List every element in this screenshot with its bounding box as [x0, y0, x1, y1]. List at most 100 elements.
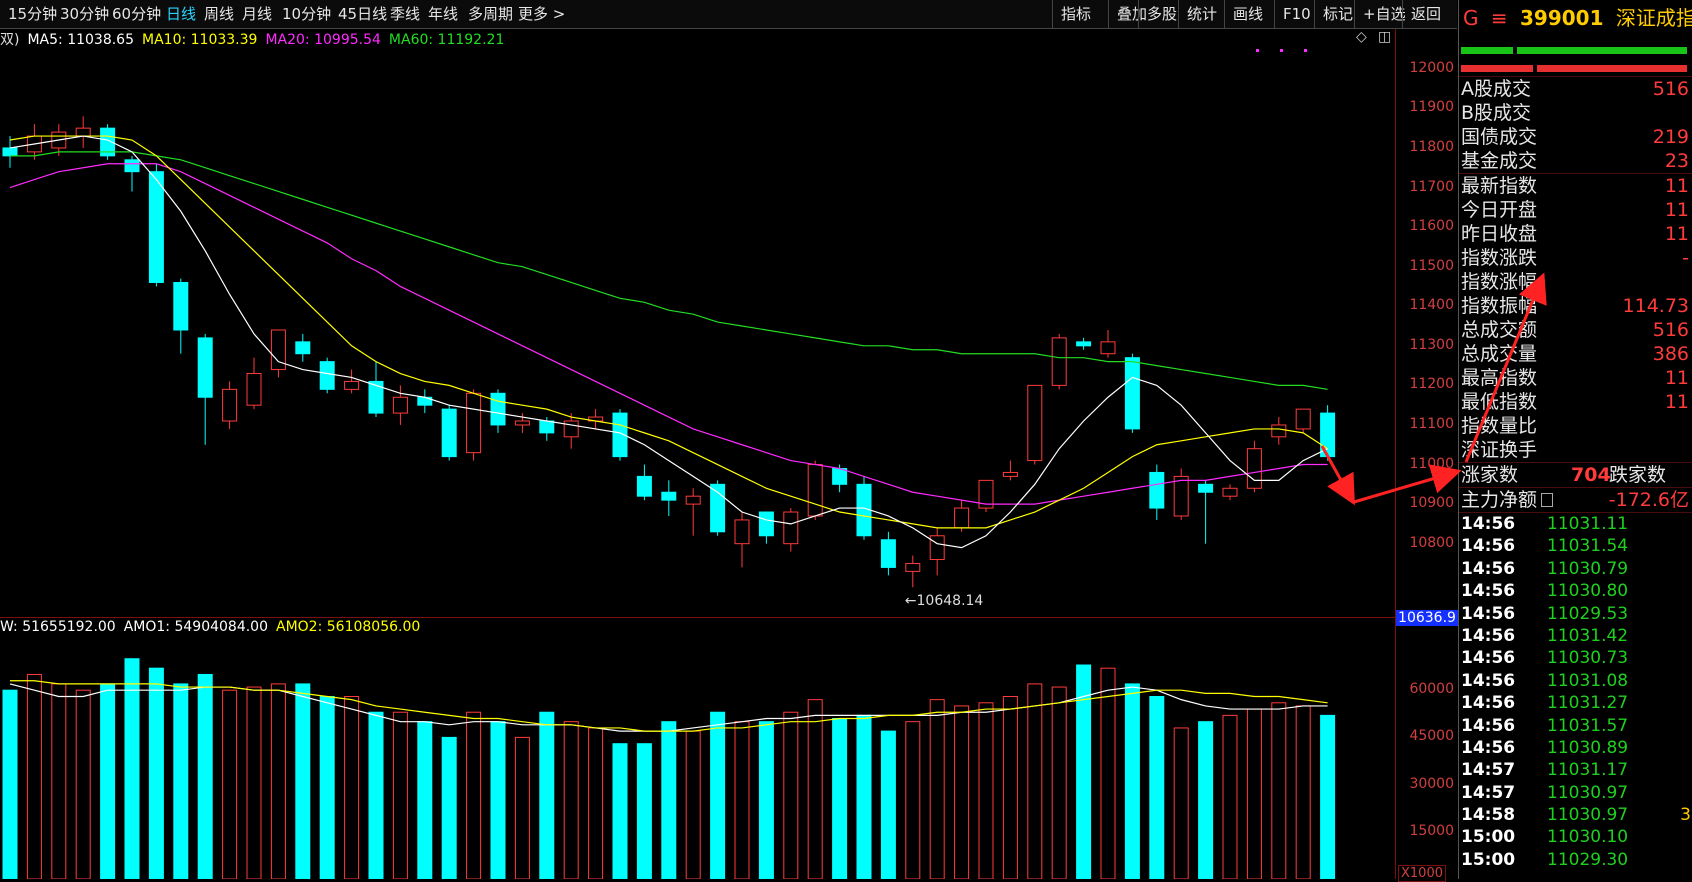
volume-bar: [148, 667, 164, 879]
candle-body: [1027, 384, 1043, 462]
price-chart[interactable]: ←10648.14: [0, 29, 1395, 617]
tick-row[interactable]: 14:56 11031.11: [1459, 513, 1692, 535]
tick-row[interactable]: 14:56 11030.79: [1459, 558, 1692, 580]
ma20-line: [9, 163, 1328, 505]
candle-body: [441, 408, 457, 458]
candle-body: [514, 420, 530, 426]
red-bar: [1537, 65, 1687, 72]
tick-row[interactable]: 14:56 11031.42: [1459, 625, 1692, 647]
volume-bar: [856, 714, 872, 879]
breadth-bars: [1459, 36, 1692, 76]
toolbar-button-3[interactable]: 统计: [1178, 0, 1225, 28]
tick-list[interactable]: 14:56 11031.11 14:56 11031.54 14:56 11030.79 1…: [1459, 513, 1692, 871]
index-stat-row: 深证换手: [1459, 438, 1692, 462]
tick-price: 11030.80: [1547, 581, 1629, 602]
candle-body: [466, 392, 482, 454]
tick-price: 11029.30: [1547, 849, 1629, 870]
volume-bar: [1173, 727, 1189, 879]
price-tick-label: 11600: [1409, 218, 1454, 235]
candle-body: [929, 535, 945, 561]
index-stat-row: 昨日收盘 11: [1459, 222, 1692, 246]
toolbar-button-5[interactable]: F10: [1274, 0, 1319, 28]
candle-body: [148, 171, 164, 283]
tick-row[interactable]: 14:56 11030.89: [1459, 737, 1692, 759]
period-tab-0[interactable]: 15分钟: [8, 0, 57, 28]
price-tick-label: 11000: [1409, 455, 1454, 472]
tick-row[interactable]: 14:57 11031.17: [1459, 759, 1692, 781]
index-stat-value: 516: [1652, 319, 1689, 341]
tick-row[interactable]: 15:00 11029.30: [1459, 849, 1692, 871]
candle-body: [368, 380, 384, 414]
candle-body: [758, 511, 774, 537]
tick-row[interactable]: 14:56 11031.08: [1459, 670, 1692, 692]
toolbar-button-4[interactable]: 画线: [1224, 0, 1271, 28]
volume-bar: [685, 730, 701, 879]
price-tick-label: 11200: [1409, 376, 1454, 393]
price-tick-label: 10800: [1409, 534, 1454, 551]
net-flow-label: 主力净额: [1461, 489, 1538, 511]
diamond-icon[interactable]: ◇: [1356, 29, 1367, 45]
period-tab-6[interactable]: 10分钟: [282, 0, 331, 28]
period-tab-4[interactable]: 周线: [204, 0, 234, 28]
candle-body: [636, 475, 652, 497]
tick-price: 11031.08: [1547, 670, 1629, 691]
net-flow-value: -172.6亿: [1608, 489, 1689, 511]
index-stat-row: 指数涨跌 -: [1459, 246, 1692, 270]
tick-time: 14:57: [1461, 760, 1516, 781]
candle-body: [1271, 424, 1287, 438]
period-tab-3[interactable]: 日线: [166, 0, 196, 28]
tick-price: 11029.53: [1547, 603, 1629, 624]
tick-time: 14:56: [1461, 625, 1516, 646]
volume-bar: [100, 683, 116, 879]
tick-row[interactable]: 14:56 11030.80: [1459, 580, 1692, 602]
price-tick-label: 11800: [1409, 138, 1454, 155]
up-count-label: 涨家数: [1461, 464, 1519, 486]
period-tab-7[interactable]: 45日线: [338, 0, 387, 28]
candle-body: [1246, 448, 1262, 489]
toolbar-button-0[interactable]: 指标: [1052, 0, 1099, 28]
period-tab-8[interactable]: 季线: [390, 0, 420, 28]
candle-body: [954, 507, 970, 529]
candle-body: [124, 159, 140, 173]
turnover-row: A股成交 516: [1459, 77, 1692, 101]
toolbar-button-8[interactable]: 返回: [1402, 0, 1449, 28]
tick-row[interactable]: 14:56 11029.53: [1459, 603, 1692, 625]
index-stat-row: 最高指数 11: [1459, 366, 1692, 390]
flag-icon[interactable]: G: [1463, 6, 1479, 30]
period-tab-9[interactable]: 年线: [428, 0, 458, 28]
period-tab-2[interactable]: 60分钟: [112, 0, 161, 28]
tick-row[interactable]: 15:00 11030.10: [1459, 826, 1692, 848]
volume-tick-label: 60000: [1409, 681, 1454, 698]
volume-bar: [880, 730, 896, 879]
pane-divider[interactable]: [0, 617, 1457, 618]
price-tick-label: 11400: [1409, 297, 1454, 314]
doc-icon[interactable]: [1541, 493, 1553, 507]
period-tab-1[interactable]: 30分钟: [60, 0, 109, 28]
index-stat-value: 11: [1664, 199, 1689, 221]
candle-body: [734, 519, 750, 545]
tick-row[interactable]: 14:56 11030.73: [1459, 647, 1692, 669]
volume-bar: [612, 743, 628, 879]
volume-bar: [173, 683, 189, 879]
tick-time: 15:00: [1461, 827, 1516, 848]
index-stat-row: 指数量比: [1459, 414, 1692, 438]
tick-row[interactable]: 14:56 11031.54: [1459, 535, 1692, 557]
tick-row[interactable]: 14:56 11031.57: [1459, 715, 1692, 737]
period-tab-5[interactable]: 月线: [242, 0, 272, 28]
tick-row[interactable]: 14:58 11030.97 3: [1459, 804, 1692, 826]
volume-chart[interactable]: [0, 619, 1395, 879]
volume-bar: [1100, 667, 1116, 879]
tick-row[interactable]: 14:56 11031.27: [1459, 692, 1692, 714]
tick-time: 14:56: [1461, 648, 1516, 669]
period-tab-10[interactable]: 多周期: [468, 0, 513, 28]
volume-bar: [929, 699, 945, 879]
volume-bar: [807, 699, 823, 879]
window-icon[interactable]: ◫: [1378, 29, 1391, 45]
index-stat-value: 114.73: [1622, 295, 1689, 317]
turnover-row: 基金成交 23: [1459, 149, 1692, 173]
period-tab-11[interactable]: 更多 >: [518, 0, 565, 28]
volume-bar: [417, 721, 433, 879]
tick-row[interactable]: 14:57 11030.97: [1459, 782, 1692, 804]
volume-bar: [734, 721, 750, 879]
menu-icon[interactable]: ≡: [1491, 6, 1508, 30]
